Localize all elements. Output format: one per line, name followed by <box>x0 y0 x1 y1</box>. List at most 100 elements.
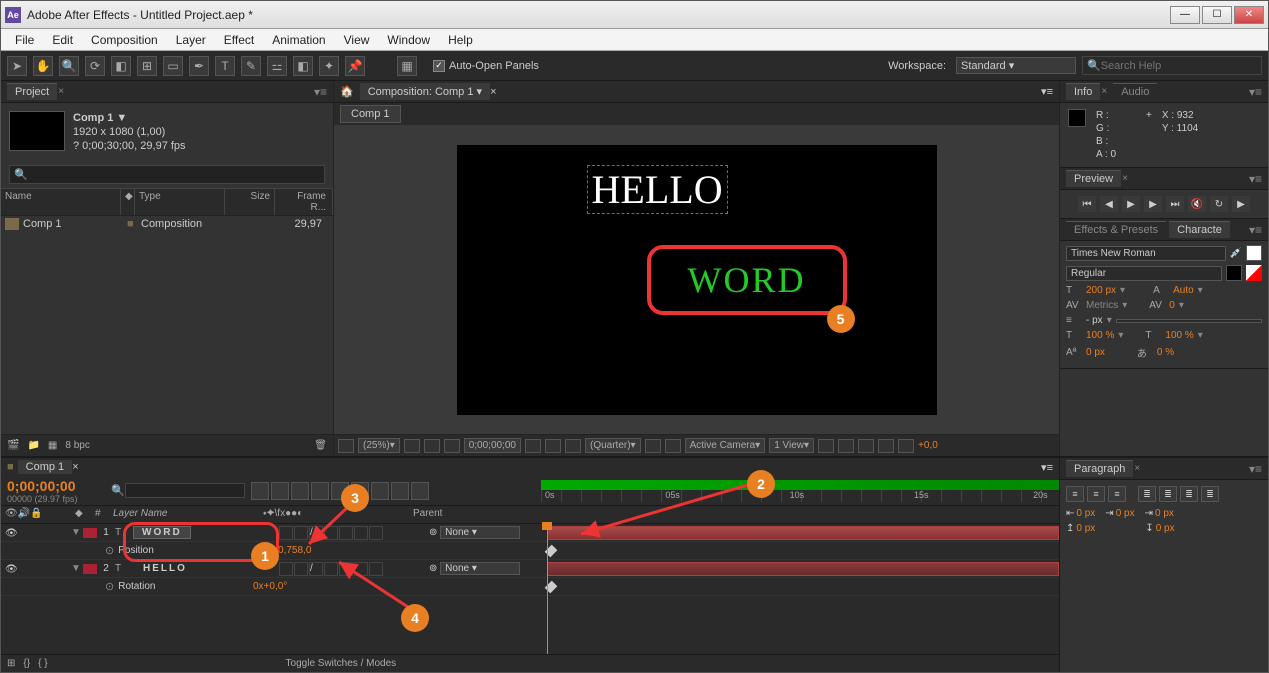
ram-preview-button[interactable]: ▶ <box>1232 196 1250 212</box>
search-input[interactable] <box>1101 60 1241 72</box>
audio-tab[interactable]: Audio <box>1113 83 1157 100</box>
leading-value[interactable]: Auto <box>1173 285 1194 296</box>
time-ruler[interactable]: 0s 05s 10s 15s 20s <box>541 476 1059 505</box>
panel-menu-icon[interactable]: ▾≡ <box>1041 85 1053 98</box>
stopwatch-icon[interactable]: ⊙ <box>105 544 114 557</box>
channel-icon[interactable] <box>545 439 561 453</box>
text-layer-word[interactable]: WORD <box>688 259 806 301</box>
close-icon[interactable]: × <box>58 86 64 97</box>
current-timecode[interactable]: 0;00;00;00 <box>7 478 105 494</box>
workspace-select[interactable]: Standard ▾ <box>956 57 1076 74</box>
menu-edit[interactable]: Edit <box>44 31 81 49</box>
space-before-value[interactable]: 0 px <box>1076 523 1095 534</box>
zoom-tool[interactable]: 🔍 <box>59 56 79 76</box>
col-name[interactable]: Name <box>1 189 121 215</box>
label-color[interactable] <box>83 564 97 574</box>
timeline-icon[interactable] <box>858 439 874 453</box>
interpret-icon[interactable]: 🎬 <box>7 440 19 451</box>
toggle-switches-button[interactable]: Toggle Switches / Modes <box>286 658 397 669</box>
toggle-icon[interactable]: {} <box>23 658 30 669</box>
puppet-tool[interactable]: 📌 <box>345 56 365 76</box>
folder-icon[interactable]: 📁 <box>27 440 39 451</box>
auto-keyframe-icon[interactable] <box>371 482 389 500</box>
exposure-value[interactable]: +0,0 <box>918 440 938 451</box>
col-type[interactable]: Type <box>135 189 225 215</box>
label-color[interactable] <box>83 528 97 538</box>
pen-tool[interactable]: ✒ <box>189 56 209 76</box>
comp-tab[interactable]: Comp 1 <box>340 105 401 123</box>
vscale-value[interactable]: 100 % <box>1086 330 1114 341</box>
character-tab[interactable]: Characte <box>1169 221 1230 238</box>
menu-window[interactable]: Window <box>379 31 438 49</box>
panel-icon[interactable]: ▦ <box>397 56 417 76</box>
last-frame-button[interactable]: ⏭ <box>1166 196 1184 212</box>
first-frame-button[interactable]: ⏮ <box>1078 196 1096 212</box>
layer-bar-1[interactable] <box>547 526 1059 540</box>
view-dropdown[interactable]: 1 View ▾ <box>769 438 814 453</box>
tsume-value[interactable]: 0 % <box>1157 347 1174 358</box>
panel-menu-icon[interactable]: ▾≡ <box>1249 223 1262 237</box>
live-update-icon[interactable] <box>411 482 429 500</box>
composition-panel-tab[interactable]: Composition: Comp 1 ▾ <box>360 83 490 100</box>
selection-tool[interactable]: ➤ <box>7 56 27 76</box>
time-display[interactable]: 0;00;00;00 <box>464 438 521 453</box>
expand-icon[interactable]: ⊞ <box>7 658 15 669</box>
font-size-value[interactable]: 200 px <box>1086 285 1116 296</box>
timeline-comp-tab[interactable]: Comp 1 <box>18 460 73 474</box>
motion-blur-icon[interactable] <box>311 482 329 500</box>
align-left-button[interactable]: ≡ <box>1066 486 1084 502</box>
stopwatch-icon[interactable]: ⊙ <box>105 580 114 593</box>
stroke-style-select[interactable] <box>1116 319 1262 323</box>
indent-first-value[interactable]: 0 px <box>1116 508 1135 519</box>
close-icon[interactable]: × <box>1101 86 1107 97</box>
parent-dropdown[interactable]: None ▾ <box>440 526 520 539</box>
indent-right-value[interactable]: 0 px <box>1155 508 1174 519</box>
kerning-value[interactable]: Metrics <box>1086 300 1118 311</box>
menu-animation[interactable]: Animation <box>264 31 333 49</box>
camera-dropdown[interactable]: Active Camera ▾ <box>685 438 766 453</box>
project-tab[interactable]: Project <box>7 83 57 100</box>
grid-icon[interactable] <box>424 439 440 453</box>
brackets-icon[interactable]: { } <box>38 658 47 669</box>
twirl-icon[interactable]: ▼ <box>71 527 83 538</box>
camera-tool[interactable]: ◧ <box>111 56 131 76</box>
mute-button[interactable]: 🔇 <box>1188 196 1206 212</box>
pixel-aspect-icon[interactable] <box>818 439 834 453</box>
menu-file[interactable]: File <box>7 31 42 49</box>
menu-layer[interactable]: Layer <box>168 31 214 49</box>
close-icon[interactable]: × <box>1122 173 1128 184</box>
close-icon[interactable]: × <box>1134 463 1140 474</box>
shape-tool[interactable]: ▭ <box>163 56 183 76</box>
align-center-button[interactable]: ≡ <box>1087 486 1105 502</box>
fast-preview-icon[interactable] <box>838 439 854 453</box>
col-framerate[interactable]: Frame R... <box>275 189 333 215</box>
panel-menu-icon[interactable]: ▾≡ <box>1041 461 1053 474</box>
no-stroke-icon[interactable] <box>1246 265 1262 281</box>
prev-frame-button[interactable]: ◀ <box>1100 196 1118 212</box>
panel-menu-icon[interactable]: ▾≡ <box>314 85 327 99</box>
rotation-tool[interactable]: ⟳ <box>85 56 105 76</box>
twirl-icon[interactable]: ▼ <box>71 563 83 574</box>
next-frame-button[interactable]: ▶ <box>1144 196 1162 212</box>
minimize-button[interactable]: — <box>1170 6 1200 24</box>
font-style-select[interactable]: Regular <box>1066 266 1222 281</box>
menu-composition[interactable]: Composition <box>83 31 166 49</box>
magnify-icon[interactable] <box>338 439 354 453</box>
comp-thumbnail[interactable] <box>9 111 65 151</box>
flowchart-icon[interactable] <box>878 439 894 453</box>
justify-center-button[interactable]: ≣ <box>1159 486 1177 502</box>
quality-dropdown[interactable]: (Quarter) ▾ <box>585 438 641 453</box>
menu-help[interactable]: Help <box>440 31 481 49</box>
bpc-button[interactable]: 8 bpc <box>65 440 89 451</box>
auto-open-panels-check[interactable]: ✓ Auto-Open Panels <box>433 60 539 72</box>
project-item-row[interactable]: Comp 1 ■ Composition 29,97 <box>1 216 333 232</box>
roto-tool[interactable]: ✦ <box>319 56 339 76</box>
tracking-value[interactable]: 0 <box>1169 300 1175 311</box>
roi-icon[interactable] <box>645 439 661 453</box>
layer-bar-2[interactable] <box>547 562 1059 576</box>
pan-behind-tool[interactable]: ⊞ <box>137 56 157 76</box>
brush-tool[interactable]: ✎ <box>241 56 261 76</box>
resolution-icon[interactable] <box>404 439 420 453</box>
stroke-color[interactable] <box>1226 265 1242 281</box>
justify-left-button[interactable]: ≣ <box>1138 486 1156 502</box>
